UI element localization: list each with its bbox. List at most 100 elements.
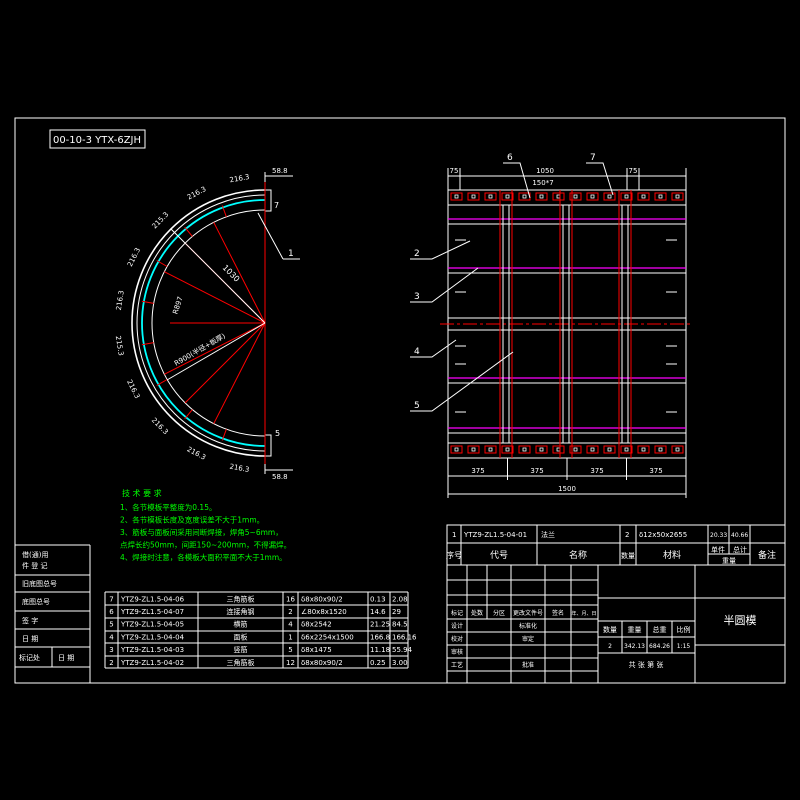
parts-cell-total-weight: 166.16: [392, 633, 417, 641]
parts-cell-no: 6: [109, 608, 114, 616]
inner-radius-label: R897: [171, 295, 184, 315]
parts-cell-name: 三角筋板: [227, 594, 255, 603]
parts-cell-code: YTZ9-ZL1.5-04-02: [120, 659, 184, 667]
bolt-hole: [539, 447, 544, 452]
signoff-approval-check: 审定: [522, 635, 534, 643]
bottom-dim-2: 375: [530, 467, 543, 475]
bolt-hole: [573, 194, 578, 199]
stage-header-weight: 重量: [628, 626, 642, 634]
change-header-zone: 分区: [493, 609, 505, 617]
bolt-hole: [641, 447, 646, 452]
stage-value-total: 684.26: [649, 643, 670, 650]
flange-slot: [535, 445, 548, 454]
flange-slot: [501, 445, 514, 454]
parts-cell-name: 面板: [234, 632, 248, 641]
header-remark: 备注: [758, 549, 776, 561]
callout-7: 7: [590, 153, 596, 163]
left-callout-leaders: [410, 240, 514, 412]
bolt-hole: [505, 194, 510, 199]
row1-unit-weight: 20.33: [710, 532, 727, 539]
flange-slot: [484, 445, 497, 454]
arc-rib: [184, 226, 193, 237]
change-header-mark: 标记: [451, 609, 463, 617]
callout-4: 4: [414, 347, 420, 357]
stage-value-qty: 2: [608, 643, 612, 650]
parts-cell-no: 5: [109, 621, 113, 629]
row1-no: 1: [452, 531, 456, 539]
header-material: 材料: [663, 549, 681, 561]
drawing-code: 00-10-3 YTX-6ZJH: [53, 135, 141, 146]
bolt-hole: [454, 447, 459, 452]
header-code: 代号: [490, 550, 508, 561]
parts-cell-unit-weight: 0.13: [370, 595, 386, 603]
bolt-hole: [471, 447, 476, 452]
notes-line: 4、焊接时注意，各模板大面积平面不大于1mm。: [120, 552, 287, 562]
parts-cell-code: YTZ9-ZL1.5-04-05: [120, 621, 184, 629]
flange-slot: [603, 192, 616, 201]
table-row: 2 YTZ9-ZL1.5-04-02 三角筋板 12 δ8x80x90/2 0.25 3.0…: [109, 658, 407, 667]
arc-segment-dimension: 215.3: [114, 335, 125, 356]
arc-segment-dimension: 216.3: [150, 416, 170, 436]
notes-line: 点焊长约50mm，间距150~200mm，不得漏焊。: [120, 540, 291, 550]
bolt-hole: [505, 447, 510, 452]
top-dim-right: 75: [629, 167, 638, 175]
flange-slot: [484, 192, 497, 201]
bolt-hole: [624, 194, 629, 199]
parts-cell-code: YTZ9-ZL1.5-04-04: [120, 633, 185, 641]
table-row: 5 YTZ9-ZL1.5-04-05 横筋 4 δ8x2542 21.25 84.5: [109, 620, 407, 629]
callout-3: 3: [414, 292, 420, 302]
parts-cell-material: δ8x80x90/2: [301, 659, 343, 667]
side-strip-row: 签 字: [22, 616, 38, 625]
table-row: 4 YTZ9-ZL1.5-04-04 面板 1 δ6x2254x1500 166.8 166…: [109, 632, 417, 641]
parts-cell-no: 7: [109, 595, 113, 603]
header-no: 序号: [446, 550, 462, 560]
signoff-design: 设计: [451, 622, 463, 630]
parts-cell-total-weight: 55.94: [392, 646, 413, 654]
flange-slot: [518, 445, 531, 454]
parts-cell-name: 竖筋: [234, 645, 248, 654]
bolt-hole: [607, 194, 612, 199]
horizontal-ribs-white: [448, 223, 686, 434]
parts-cell-qty: 4: [288, 621, 293, 629]
parts-cell-material: δ8x1475: [301, 646, 332, 654]
notes-line: 1、各节模板平整度为0.15。: [120, 502, 216, 512]
bolt-hole: [454, 194, 459, 199]
plate-view: 75 1050 150*7 75 6 7 2 3 4 5 375 375 375…: [410, 153, 692, 498]
header-weight: 重量: [722, 557, 736, 565]
drawing-name: 半圆模: [724, 613, 757, 627]
parts-cell-qty: 5: [288, 646, 292, 654]
bottom-dim-3: 375: [590, 467, 603, 475]
top-dim-pitch: 150*7: [532, 179, 553, 187]
notes-title: 技 术 要 求: [122, 488, 162, 498]
flange-slot: [467, 445, 480, 454]
flange-slot: [501, 192, 514, 201]
flange-slot: [552, 192, 565, 201]
parts-cell-name: 三角筋板: [227, 658, 255, 667]
flange-slot: [620, 445, 633, 454]
bottom-dim-1: 375: [471, 467, 484, 475]
bolt-hole: [590, 194, 595, 199]
parts-cell-name: 横筋: [234, 620, 248, 629]
flange-slot: [450, 192, 463, 201]
bolt-hole: [488, 447, 493, 452]
change-header-signature: 签名: [552, 609, 564, 617]
parts-cell-name: 连接角钢: [227, 607, 255, 616]
flange-slot: [637, 445, 650, 454]
signoff-review: 审核: [451, 648, 463, 656]
arc-segment-dimension: 216.3: [186, 445, 207, 461]
flange-slot: [671, 445, 684, 454]
arc-segment-dimension: 216.3: [125, 378, 141, 400]
parts-cell-code: YTZ9-ZL1.5-04-06: [120, 595, 185, 603]
radius-dimension: 1030: [221, 263, 242, 284]
table-row: 7 YTZ9-ZL1.5-04-06 三角筋板 16 δ8x80x90/2 0.13 2.0…: [109, 594, 407, 603]
bolt-hole: [573, 447, 578, 452]
callout-2: 2: [414, 249, 420, 259]
flange-slot: [450, 445, 463, 454]
table-row: 3 YTZ9-ZL1.5-04-03 竖筋 5 δ8x1475 11.18 55.94: [109, 645, 412, 654]
signoff-process: 工艺: [451, 661, 463, 669]
table-row: 6 YTZ9-ZL1.5-04-07 连接角钢 2 ∠80x8x1520 14.6 29: [109, 607, 401, 616]
flange-slot: [671, 192, 684, 201]
parts-cell-unit-weight: 11.18: [370, 646, 390, 654]
side-strip-row: 旧底图总号: [22, 579, 57, 588]
stage-header-qty: 数量: [603, 625, 617, 634]
